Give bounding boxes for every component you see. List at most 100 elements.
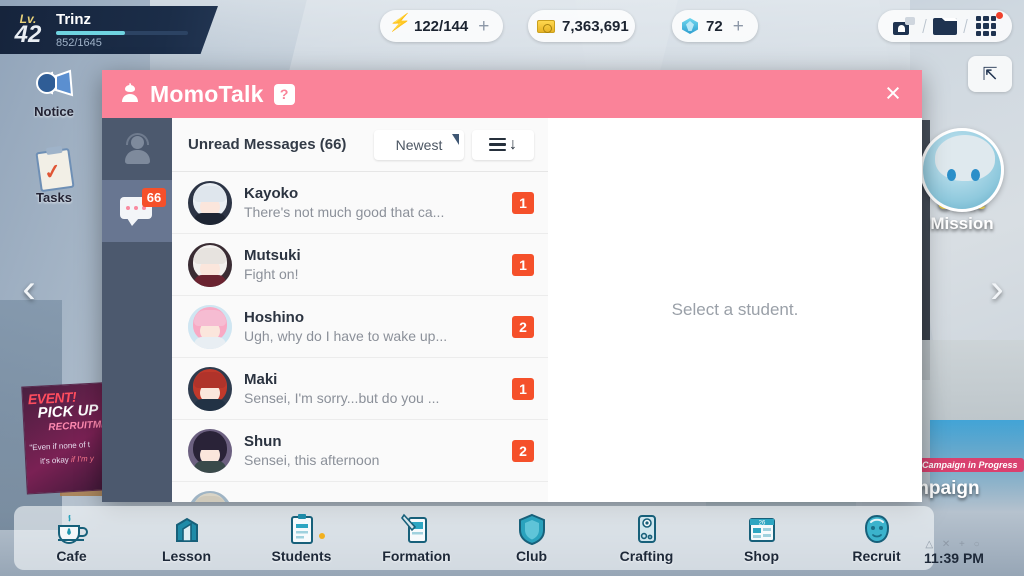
- sort-dropdown-value: Newest: [395, 136, 443, 153]
- grid-menu-icon: [976, 16, 996, 36]
- chat-item-name: Kayoko: [244, 185, 299, 202]
- player-level: Lv. 42: [0, 13, 56, 47]
- chat-item-name: Maki: [244, 371, 278, 388]
- momotalk-header: MomoTalk ? ×: [102, 70, 922, 118]
- nav-item-students[interactable]: Students: [244, 511, 359, 570]
- chat-item-name: Shun: [244, 433, 282, 450]
- chat-item-name: Mutsuki: [244, 247, 301, 264]
- momotalk-dialog: MomoTalk ? × 66 Unread Messages (66) New…: [102, 70, 922, 502]
- top-menu-group: [878, 10, 1012, 42]
- chat-item-text: Mutsuki Fight on!: [244, 246, 506, 283]
- poster-line-5: it's okay if I'm y: [39, 453, 95, 466]
- currency-ap[interactable]: 122/144 +: [380, 10, 504, 42]
- mail-button[interactable]: [925, 10, 965, 42]
- chat-detail-panel: Select a student.: [548, 118, 922, 502]
- help-button[interactable]: ?: [273, 83, 295, 105]
- more-menu-button[interactable]: [966, 10, 1006, 42]
- sort-dropdown[interactable]: Newest: [374, 129, 464, 160]
- chat-item-preview: Fight on!: [244, 266, 299, 282]
- chat-item-text: Hoshino Ugh, why do I have to wake up...: [244, 308, 506, 345]
- chat-item-text: Kayoko There's not much good that ca...: [244, 184, 506, 221]
- notification-dot: [996, 12, 1003, 19]
- avatar: [188, 366, 232, 411]
- chat-list-item[interactable]: Asuna1: [172, 482, 548, 502]
- mailbox-button[interactable]: [884, 10, 924, 42]
- contacts-icon: [122, 133, 152, 165]
- momotalk-title: MomoTalk: [150, 80, 264, 107]
- expand-icon: ⇱: [982, 63, 998, 84]
- avatar: [188, 428, 232, 473]
- chat-item-text: Shun Sensei, this afternoon: [244, 432, 506, 469]
- campaign-label: mpaign: [912, 478, 980, 499]
- chat-item-preview: Sensei, this afternoon: [244, 452, 380, 468]
- credit-value: 7,363,691: [562, 17, 629, 35]
- chat-item-unread-badge: 2: [512, 439, 534, 462]
- cafe-icon: [14, 511, 129, 545]
- nav-item-crafting[interactable]: Crafting: [589, 511, 704, 570]
- game-screen: EVENT! PICK UP RECRUITMENT "Even if none…: [0, 0, 1024, 576]
- currency-pyroxene[interactable]: 72 +: [672, 10, 758, 42]
- top-bar: Lv. 42 Trinz 852/1645 122/144 + 7,363,69…: [0, 0, 1024, 92]
- crafting-icon: [589, 511, 704, 545]
- nav-item-label: Shop: [744, 548, 779, 564]
- club-icon: [474, 511, 589, 545]
- mailbox-icon: [893, 17, 915, 35]
- chat-list-item[interactable]: Mutsuki Fight on! 1: [172, 234, 548, 296]
- ap-icon: [388, 16, 408, 36]
- shop-icon: 26: [704, 511, 819, 545]
- chevron-down-icon: [452, 133, 459, 145]
- carousel-prev-arrow[interactable]: ‹: [12, 268, 46, 312]
- nav-item-notification-dot: [318, 533, 325, 539]
- chat-item-unread-badge: 1: [512, 377, 534, 400]
- nav-item-formation[interactable]: Formation: [359, 511, 474, 570]
- arrow-down-icon: ↓: [509, 135, 517, 153]
- svg-text:26: 26: [758, 520, 765, 526]
- chat-list-item[interactable]: Hoshino Ugh, why do I have to wake up... 2: [172, 296, 548, 358]
- pyroxene-add-button[interactable]: +: [733, 17, 744, 36]
- nav-item-label: Formation: [382, 548, 451, 564]
- sidebar-tab-contacts[interactable]: [102, 118, 172, 180]
- carousel-next-arrow[interactable]: ›: [980, 268, 1014, 312]
- momotalk-sidebar: 66: [102, 118, 172, 502]
- controller-symbols: △ ✕ + ○: [925, 539, 983, 550]
- close-icon[interactable]: ×: [880, 80, 906, 107]
- nav-item-label: Crafting: [619, 548, 674, 564]
- chat-list-panel: Unread Messages (66) Newest ↓ Kayoko Ther…: [172, 118, 548, 502]
- ap-value: 122/144: [414, 17, 469, 35]
- nav-item-lesson[interactable]: Lesson: [129, 511, 244, 570]
- momotalk-body: 66 Unread Messages (66) Newest ↓ Kayoko: [102, 118, 922, 502]
- sort-order-button[interactable]: ↓: [472, 129, 534, 160]
- sort-descending-icon: [489, 137, 506, 152]
- notice-button[interactable]: Notice: [18, 62, 90, 119]
- chat-list-item[interactable]: Kayoko There's not much good that ca... 1: [172, 172, 548, 234]
- nav-item-shop[interactable]: 26 Shop: [704, 511, 819, 570]
- campaign-status-tag: Campaign in Progress: [916, 458, 1024, 472]
- bottom-navigation: Cafe Lesson Students Formation Club Crafting 2…: [14, 506, 934, 570]
- expand-button[interactable]: ⇱: [968, 56, 1012, 92]
- player-profile[interactable]: Lv. 42 Trinz 852/1645: [0, 6, 218, 54]
- chat-list[interactable]: Kayoko There's not much good that ca... 1 M…: [172, 172, 548, 502]
- xp-bar: [56, 31, 188, 35]
- avatar: [188, 490, 232, 502]
- tasks-button[interactable]: ✓ Tasks: [18, 147, 90, 205]
- chat-list-item[interactable]: Maki Sensei, I'm sorry...but do you ... 1: [172, 358, 548, 420]
- nav-item-label: Lesson: [161, 548, 211, 564]
- sidebar-tab-chats[interactable]: 66: [102, 180, 172, 242]
- clock-widget: △ ✕ + ○ 11:39 PM: [906, 539, 1002, 566]
- poster-line-4: "Even if none of t: [29, 440, 91, 453]
- nav-item-label: Students: [271, 548, 332, 564]
- select-student-placeholder: Select a student.: [671, 300, 799, 319]
- ap-add-button[interactable]: +: [478, 17, 489, 36]
- chat-item-unread-badge: 1: [512, 191, 534, 214]
- nav-item-cafe[interactable]: Cafe: [14, 511, 129, 570]
- chat-item-preview: Ugh, why do I have to wake up...: [244, 328, 448, 344]
- chat-list-item[interactable]: Shun Sensei, this afternoon 2: [172, 420, 548, 482]
- clipboard-icon: ✓: [28, 147, 80, 194]
- currency-credit[interactable]: 7,363,691: [528, 10, 635, 42]
- nav-item-club[interactable]: Club: [474, 511, 589, 570]
- lesson-icon: [129, 511, 244, 545]
- pyroxene-value: 72: [706, 17, 723, 35]
- chat-item-preview: Sensei, I'm sorry...but do you ...: [244, 390, 440, 406]
- nav-item-label: Club: [515, 548, 548, 564]
- chats-unread-badge: 66: [142, 188, 166, 207]
